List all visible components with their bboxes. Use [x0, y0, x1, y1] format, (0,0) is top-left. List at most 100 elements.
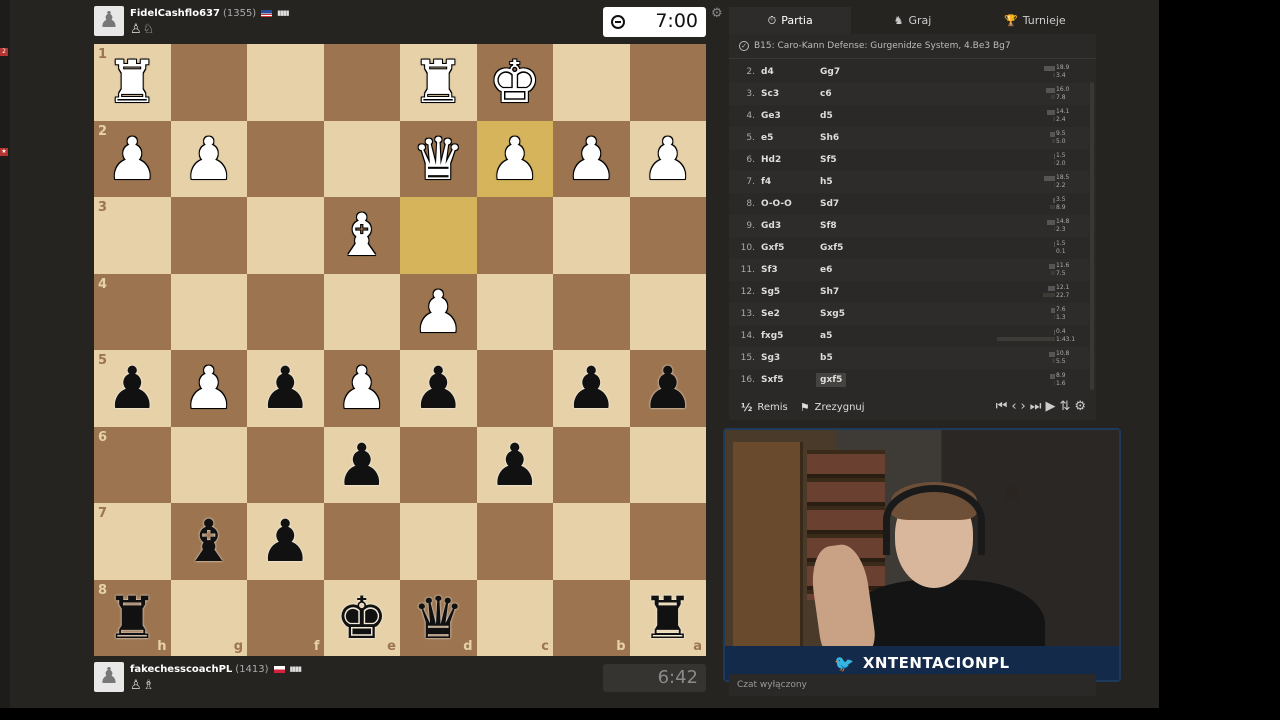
board-square-h2[interactable]: 2 ♟: [94, 120, 171, 197]
board-square-h1[interactable]: 1 ♜: [94, 44, 171, 121]
white-piece-icon[interactable]: ♜: [106, 53, 158, 111]
board-square-b5[interactable]: ♟: [553, 350, 630, 427]
black-piece-icon[interactable]: ♜: [106, 589, 158, 647]
board-square-h4[interactable]: 4: [94, 273, 171, 350]
board-square-c8[interactable]: c: [476, 579, 553, 656]
board-square-b8[interactable]: b: [553, 579, 630, 656]
board-square-b3[interactable]: [553, 197, 630, 274]
tab-graj[interactable]: ♞ Graj: [851, 7, 973, 34]
board-square-e3[interactable]: ♝: [323, 197, 400, 274]
opening-name-bar[interactable]: ✓ B15: Caro-Kann Defense: Gurgenidze Sys…: [729, 34, 1096, 59]
white-piece-icon[interactable]: ♟: [106, 130, 158, 188]
white-move[interactable]: e5: [761, 133, 820, 143]
black-piece-icon[interactable]: ♟: [565, 359, 617, 417]
board-square-e7[interactable]: [323, 503, 400, 580]
white-piece-icon[interactable]: ♟: [336, 359, 388, 417]
board-square-d8[interactable]: d ♛: [400, 579, 477, 656]
black-piece-icon[interactable]: ♟: [412, 359, 464, 417]
board-square-g5[interactable]: ♟: [170, 350, 247, 427]
white-move[interactable]: Sxf5: [761, 375, 820, 385]
board-square-a1[interactable]: [629, 44, 706, 121]
white-move[interactable]: Gxf5: [761, 243, 820, 253]
move-list[interactable]: 2. d4 Gg7 18.9 3.4 3. Sc3 c6 16.0 7.8 4. Ge3 d5 14.1 2…: [729, 61, 1089, 391]
black-move[interactable]: e6: [820, 265, 860, 275]
white-piece-icon[interactable]: ♟: [642, 130, 694, 188]
board-square-f3[interactable]: [247, 197, 324, 274]
play-icon[interactable]: ▶: [1045, 399, 1055, 414]
white-move[interactable]: O-O-O: [761, 199, 820, 209]
white-move[interactable]: d4: [761, 67, 820, 77]
board-square-a8[interactable]: a ♜: [629, 579, 706, 656]
white-piece-icon[interactable]: ♝: [336, 206, 388, 264]
white-move[interactable]: Sf3: [761, 265, 820, 275]
black-move[interactable]: d5: [820, 111, 860, 121]
board-square-d1[interactable]: ♜: [400, 44, 477, 121]
black-move[interactable]: b5: [820, 353, 860, 363]
board-square-b7[interactable]: [553, 503, 630, 580]
white-move[interactable]: Sg3: [761, 353, 820, 363]
black-move[interactable]: Sf5: [820, 155, 860, 165]
board-square-b2[interactable]: ♟: [553, 120, 630, 197]
notification-badge[interactable]: 2: [0, 48, 8, 56]
black-move[interactable]: Sh7: [820, 287, 860, 297]
last-move-icon[interactable]: ⏭: [1030, 399, 1042, 414]
board-square-g7[interactable]: ♝: [170, 503, 247, 580]
white-piece-icon[interactable]: ♟: [183, 359, 235, 417]
board-square-a6[interactable]: [629, 426, 706, 503]
white-move[interactable]: Gd3: [761, 221, 820, 231]
black-piece-icon[interactable]: ♟: [642, 359, 694, 417]
white-piece-icon[interactable]: ♜: [412, 53, 464, 111]
board-square-d2[interactable]: ♛: [400, 120, 477, 197]
black-piece-icon[interactable]: ♟: [259, 359, 311, 417]
board-square-f7[interactable]: ♟: [247, 503, 324, 580]
board-square-c7[interactable]: [476, 503, 553, 580]
board-square-f5[interactable]: ♟: [247, 350, 324, 427]
black-move[interactable]: c6: [820, 89, 860, 99]
board-square-a3[interactable]: [629, 197, 706, 274]
board-square-d6[interactable]: [400, 426, 477, 503]
board-square-c5[interactable]: [476, 350, 553, 427]
first-move-icon[interactable]: ⏮: [996, 399, 1008, 414]
resign-button[interactable]: ⚑ Zrezygnuj: [800, 401, 865, 414]
black-move[interactable]: gxf5: [816, 373, 847, 387]
board-square-c1[interactable]: ♚: [476, 44, 553, 121]
board-square-b6[interactable]: [553, 426, 630, 503]
board-square-b1[interactable]: [553, 44, 630, 121]
white-piece-icon[interactable]: ♟: [183, 130, 235, 188]
previous-move-icon[interactable]: ‹: [1011, 399, 1016, 414]
white-piece-icon[interactable]: ♟: [565, 130, 617, 188]
white-piece-icon[interactable]: ♚: [489, 53, 541, 111]
black-move[interactable]: h5: [820, 177, 860, 187]
black-piece-icon[interactable]: ♛: [412, 589, 464, 647]
top-player-avatar[interactable]: ♟: [94, 6, 124, 36]
board-square-c4[interactable]: [476, 273, 553, 350]
board-square-a7[interactable]: [629, 503, 706, 580]
board-square-b4[interactable]: [553, 273, 630, 350]
black-piece-icon[interactable]: ♝: [183, 512, 235, 570]
board-square-e4[interactable]: [323, 273, 400, 350]
black-piece-icon[interactable]: ♚: [336, 589, 388, 647]
board-square-c6[interactable]: ♟: [476, 426, 553, 503]
draw-button[interactable]: ½ Remis: [741, 401, 788, 414]
bottom-player-avatar[interactable]: ♟: [94, 662, 124, 692]
board-square-h5[interactable]: 5 ♟: [94, 350, 171, 427]
board-square-f1[interactable]: [247, 44, 324, 121]
white-piece-icon[interactable]: ♟: [412, 283, 464, 341]
board-square-h8[interactable]: 8 h ♜: [94, 579, 171, 656]
black-move[interactable]: a5: [820, 331, 860, 341]
black-move[interactable]: Sf8: [820, 221, 860, 231]
board-square-h7[interactable]: 7: [94, 503, 171, 580]
board-square-g3[interactable]: [170, 197, 247, 274]
board-square-e2[interactable]: [323, 120, 400, 197]
black-move[interactable]: Gg7: [820, 67, 860, 77]
board-square-d3[interactable]: [400, 197, 477, 274]
black-move[interactable]: Sh6: [820, 133, 860, 143]
black-piece-icon[interactable]: ♟: [259, 512, 311, 570]
white-piece-icon[interactable]: ♛: [412, 130, 464, 188]
board-square-f4[interactable]: [247, 273, 324, 350]
white-move[interactable]: Sc3: [761, 89, 820, 99]
board-square-d5[interactable]: ♟: [400, 350, 477, 427]
board-square-g4[interactable]: [170, 273, 247, 350]
board-square-c3[interactable]: [476, 197, 553, 274]
black-move[interactable]: Sxg5: [820, 309, 860, 319]
